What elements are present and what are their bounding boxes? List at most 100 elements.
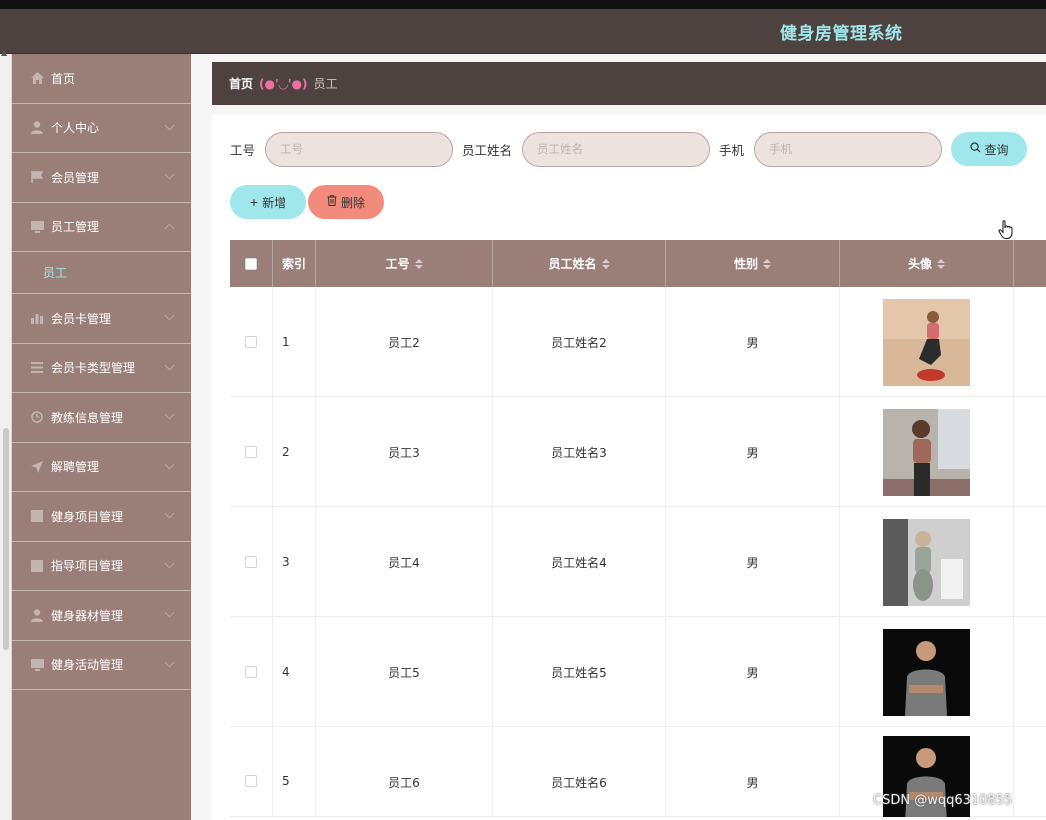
sidebar-item-staff[interactable]: 员工管理 [12,203,191,252]
sidebar-item-label: 健身项目管理 [51,509,124,524]
sidebar-item-label: 指导项目管理 [51,559,124,574]
chevron-down-icon [164,169,175,180]
cell-gender: 男 [666,617,840,727]
user-icon [30,608,44,622]
sidebar-subitem-staff[interactable]: 员工 [12,252,191,294]
chevron-down-icon [164,360,175,370]
cell-emp-no: 员工4 [316,507,493,617]
chevron-down-icon [164,120,175,130]
sidebar-item-member-cards[interactable]: 会员卡管理 [12,294,191,344]
sidebar-item-coaches[interactable]: 教练信息管理 [12,393,191,443]
app-title: 健身房管理系统 [780,24,903,44]
query-button[interactable]: 查询 [951,132,1028,166]
cell-emp-name: 员工姓名4 [493,507,666,617]
user-icon [30,121,44,135]
home-icon [30,71,44,85]
col-emp-name[interactable]: 员工姓名 [493,240,666,287]
cell-emp-no: 员工3 [316,397,493,507]
row-checkbox[interactable] [245,775,257,787]
sidebar-item-guided-programs[interactable]: 指导项目管理 [12,542,191,591]
cell-gender: 男 [666,727,840,817]
sort-icon[interactable] [763,258,771,269]
chevron-down-icon [164,508,175,519]
row-checkbox[interactable] [245,446,257,458]
emp-no-label: 工号 [230,142,256,158]
delete-button-label: 删除 [340,195,365,210]
table-header: 索引 工号 员工姓名 性别 头像 [230,240,1046,287]
cell-emp-no: 员工5 [316,617,493,727]
phone-input[interactable] [754,131,943,167]
sort-icon[interactable] [414,258,423,269]
row-checkbox[interactable] [245,666,257,678]
chevron-down-icon [164,459,175,469]
select-all-checkbox[interactable] [245,257,257,270]
avatar-photo[interactable] [883,518,970,606]
col-label: 工号 [385,257,410,271]
breadcrumb-current: 员工 [313,77,338,91]
avatar-photo[interactable] [883,408,970,496]
sidebar-item-equipment[interactable]: 健身器材管理 [12,591,191,641]
query-button-label: 查询 [984,142,1009,157]
row-select-cell [230,617,273,727]
scrollbar-thumb[interactable] [3,428,9,650]
cell-gender: 男 [666,507,840,617]
emp-name-input[interactable] [522,131,711,167]
cell-emp-no: 员工2 [316,287,493,397]
chevron-down-icon [164,310,175,321]
sidebar-item-card-types[interactable]: 会员卡类型管理 [12,344,191,393]
sidebar-item-members[interactable]: 会员管理 [12,153,191,203]
col-gender[interactable]: 性别 [666,240,840,287]
sort-icon[interactable] [601,258,610,269]
outer-scrollbar[interactable]: ▲ [0,48,12,820]
cell-avatar [840,287,1014,397]
sort-icon[interactable] [937,258,945,269]
sidebar-item-home[interactable]: 首页 [12,54,191,104]
emp-no-input[interactable] [265,131,454,167]
flag-icon [30,170,44,184]
row-checkbox[interactable] [245,556,257,568]
trash-icon [327,195,337,209]
cell-emp-name: 员工姓名2 [493,287,666,397]
sidebar-item-label: 会员管理 [51,170,100,185]
sidebar-item-profile[interactable]: 个人中心 [12,104,191,153]
list-icon [30,361,44,375]
col-emp-no[interactable]: 工号 [316,240,493,287]
col-avatar[interactable]: 头像 [840,240,1014,287]
avatar-photo[interactable] [883,628,970,716]
cell-emp-name: 员工姓名3 [493,397,666,507]
breadcrumb-separator: (●'◡'●) [259,76,308,91]
table-row: 3 员工4 员工姓名4 男 [230,507,1046,617]
app-header: 健身房管理系统 [0,9,1046,54]
sidebar-item-fitness-programs[interactable]: 健身项目管理 [12,492,191,542]
breadcrumb-home[interactable]: 首页 [229,75,253,92]
row-select-cell [230,727,273,817]
cell-gender: 男 [666,287,840,397]
sidebar-item-dismissals[interactable]: 解聘管理 [12,443,191,492]
main-content: 首页 (●'◡'●) 员工 工号 员工姓名 手机 查询 + 新增 [191,54,1046,820]
action-buttons: + 新增 删除 [230,185,384,219]
row-checkbox[interactable] [245,336,257,348]
scroll-up-icon[interactable]: ▲ [1,48,7,57]
clock-icon [30,410,44,424]
window-top-strip [0,0,1046,9]
add-button[interactable]: + 新增 [230,185,306,219]
sidebar-item-activities[interactable]: 健身活动管理 [12,641,191,690]
cell-overflow [1014,287,1046,397]
col-label: 员工姓名 [548,257,597,271]
content-panel: 工号 员工姓名 手机 查询 + 新增 删除 [212,115,1046,820]
chevron-down-icon [164,607,175,618]
plus-icon: + [249,194,259,210]
chart-icon [30,311,44,325]
emp-name-label: 员工姓名 [462,142,513,158]
watermark: CSDN @wqq6310855 [873,793,1013,808]
cell-avatar [840,397,1014,507]
sidebar-item-label: 健身器材管理 [51,608,124,623]
sidebar-item-label: 会员卡管理 [51,311,112,326]
chevron-down-icon [164,657,175,667]
avatar-photo[interactable] [883,298,970,386]
cell-emp-no: 员工6 [316,727,493,817]
cell-avatar [840,507,1014,617]
delete-button[interactable]: 删除 [308,185,384,219]
col-overflow [1014,240,1046,287]
cell-overflow [1014,727,1046,817]
